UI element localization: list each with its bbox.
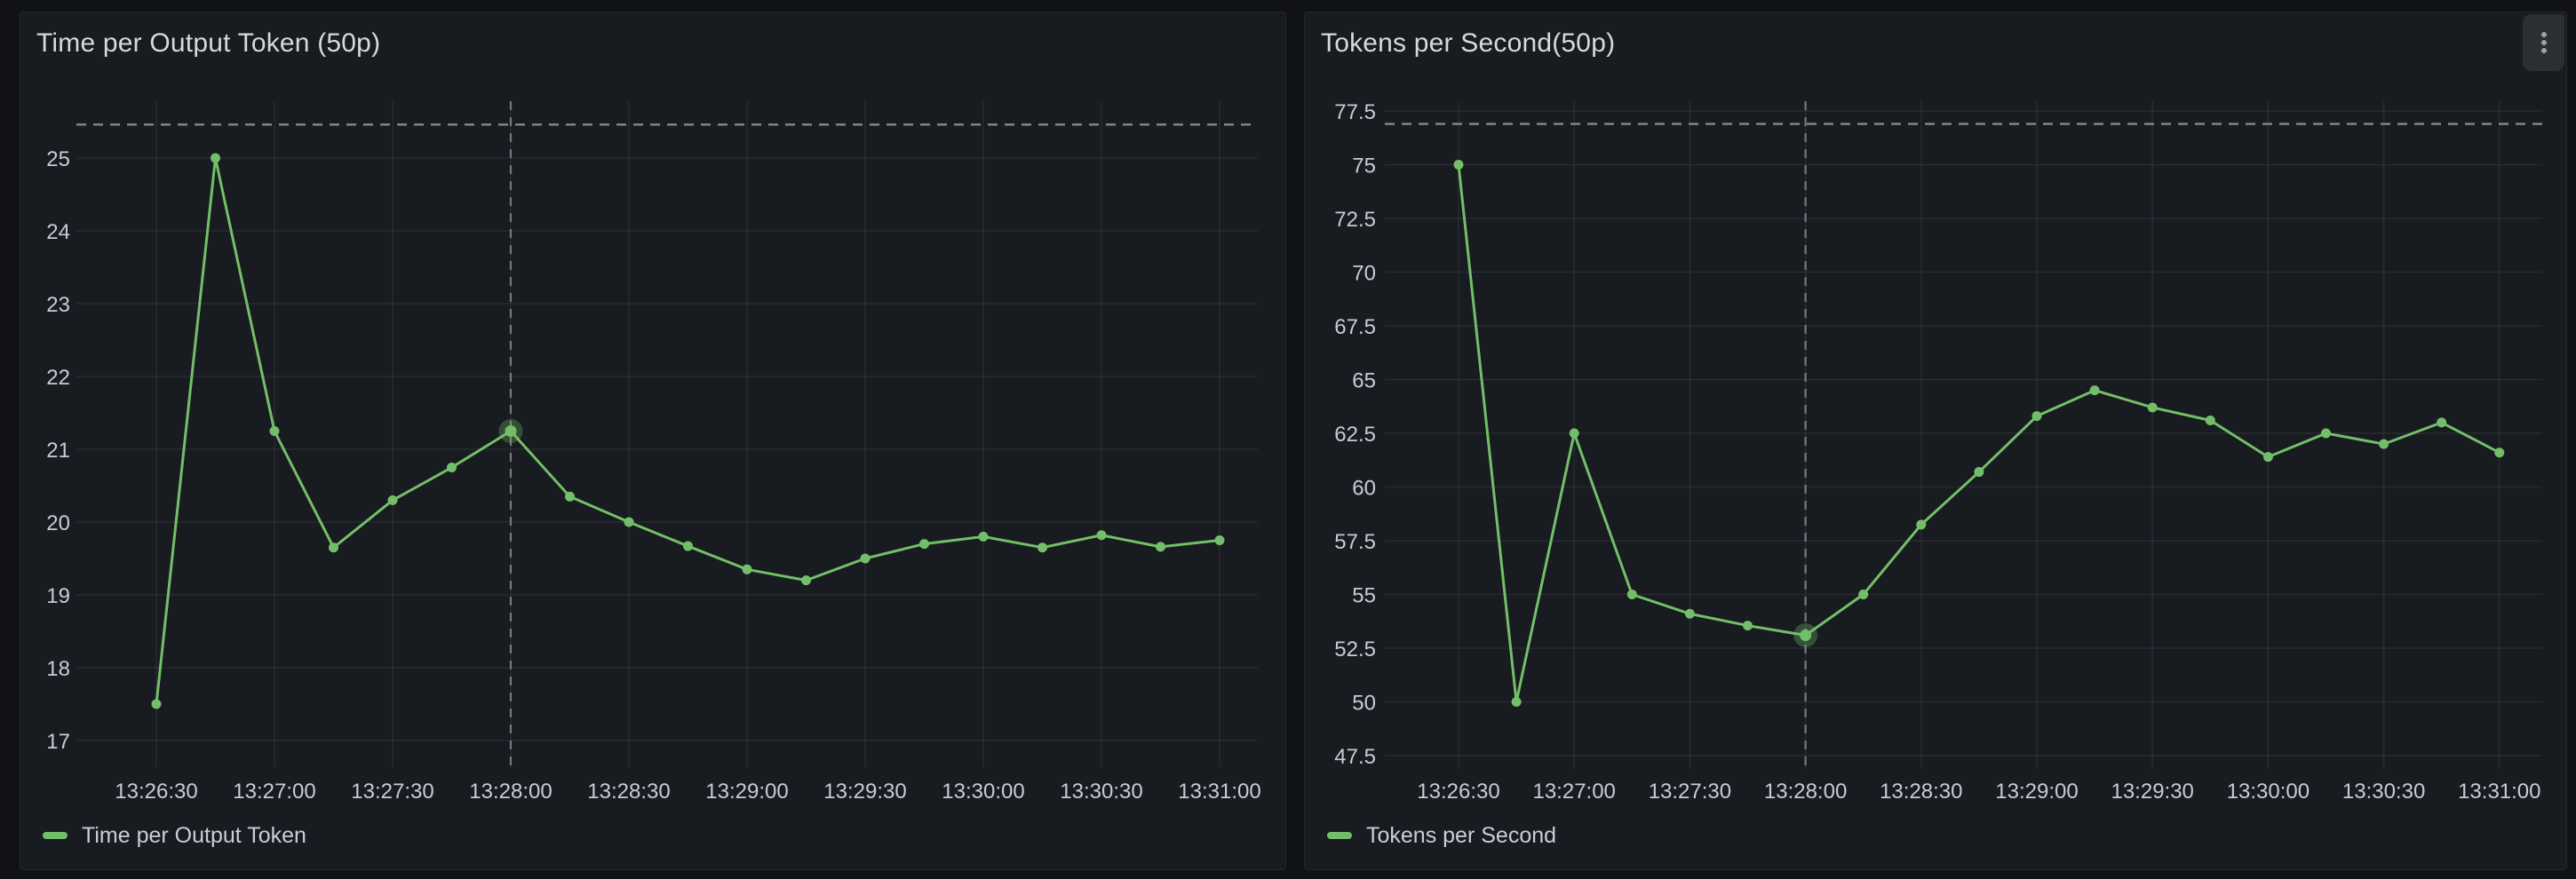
svg-text:13:26:30: 13:26:30 — [1417, 780, 1499, 804]
legend: Time per Output Token — [43, 823, 306, 848]
legend-series-color-dash — [1327, 832, 1352, 839]
svg-text:19: 19 — [46, 584, 70, 608]
legend-label: Tokens per Second — [1366, 823, 1556, 848]
svg-text:24: 24 — [46, 220, 70, 244]
panel-title: Tokens per Second(50p) — [1321, 28, 1615, 59]
svg-text:60: 60 — [1352, 477, 1376, 501]
svg-text:22: 22 — [46, 366, 70, 390]
svg-text:13:27:30: 13:27:30 — [351, 780, 433, 804]
svg-text:47.5: 47.5 — [1334, 745, 1376, 769]
svg-text:17: 17 — [46, 730, 70, 754]
kebab-vertical-icon — [2541, 32, 2547, 53]
svg-text:13:29:00: 13:29:00 — [705, 780, 788, 804]
tokens-per-second-chart[interactable]: 77.5 75 72.5 70 67.5 65 62.5 60 57.5 55 52.5 50 47.5… — [1305, 12, 2568, 871]
svg-text:77.5: 77.5 — [1334, 100, 1376, 124]
svg-text:13:27:00: 13:27:00 — [233, 780, 315, 804]
svg-text:50: 50 — [1352, 692, 1376, 716]
svg-text:52.5: 52.5 — [1334, 637, 1376, 661]
legend-item-tokens-per-second[interactable]: Tokens per Second — [1327, 823, 1556, 848]
svg-text:13:30:00: 13:30:00 — [942, 780, 1024, 804]
grafana-dashboard: { "colors": { "page_bg": "#111217", "pan… — [0, 0, 2576, 879]
svg-text:13:29:30: 13:29:30 — [2111, 780, 2193, 804]
panel-tokens-per-second: Tokens per Second(50p) 77.5 75 72.5 70 67.5 6… — [1304, 12, 2567, 870]
svg-text:13:27:00: 13:27:00 — [1532, 780, 1615, 804]
svg-text:13:28:00: 13:28:00 — [469, 780, 552, 804]
svg-text:13:31:00: 13:31:00 — [2458, 780, 2540, 804]
svg-text:13:30:00: 13:30:00 — [2227, 780, 2310, 804]
panel-title: Time per Output Token (50p) — [36, 28, 380, 59]
panel-time-per-output-token: Time per Output Token (50p) 25 24 23 22 21 20… — [20, 12, 1286, 870]
svg-text:20: 20 — [46, 511, 70, 535]
svg-text:18: 18 — [46, 657, 70, 681]
legend-label: Time per Output Token — [82, 823, 306, 848]
svg-text:13:31:00: 13:31:00 — [1178, 780, 1260, 804]
svg-text:67.5: 67.5 — [1334, 315, 1376, 339]
svg-text:75: 75 — [1352, 154, 1376, 178]
svg-text:23: 23 — [46, 293, 70, 317]
svg-text:25: 25 — [46, 147, 70, 171]
svg-text:13:30:30: 13:30:30 — [1060, 780, 1142, 804]
svg-text:13:28:00: 13:28:00 — [1764, 780, 1847, 804]
svg-text:13:29:00: 13:29:00 — [1995, 780, 2078, 804]
svg-text:62.5: 62.5 — [1334, 423, 1376, 447]
svg-text:70: 70 — [1352, 262, 1376, 286]
svg-text:21: 21 — [46, 439, 70, 463]
svg-text:13:28:30: 13:28:30 — [587, 780, 670, 804]
svg-text:13:27:30: 13:27:30 — [1649, 780, 1731, 804]
legend: Tokens per Second — [1327, 823, 1556, 848]
panel-menu-button[interactable] — [2523, 14, 2564, 71]
svg-text:72.5: 72.5 — [1334, 208, 1376, 232]
svg-text:13:29:30: 13:29:30 — [823, 780, 906, 804]
legend-series-color-dash — [43, 832, 68, 839]
svg-text:57.5: 57.5 — [1334, 530, 1376, 554]
svg-text:13:28:30: 13:28:30 — [1880, 780, 1962, 804]
svg-text:13:30:30: 13:30:30 — [2342, 780, 2425, 804]
legend-item-time-per-output-token[interactable]: Time per Output Token — [43, 823, 306, 848]
time-per-output-token-chart[interactable]: 25 24 23 22 21 20 19 18 17 13:26:30 13:27:00 13:27:… — [20, 12, 1287, 871]
svg-text:55: 55 — [1352, 584, 1376, 608]
svg-text:13:26:30: 13:26:30 — [115, 780, 197, 804]
svg-text:65: 65 — [1352, 369, 1376, 393]
